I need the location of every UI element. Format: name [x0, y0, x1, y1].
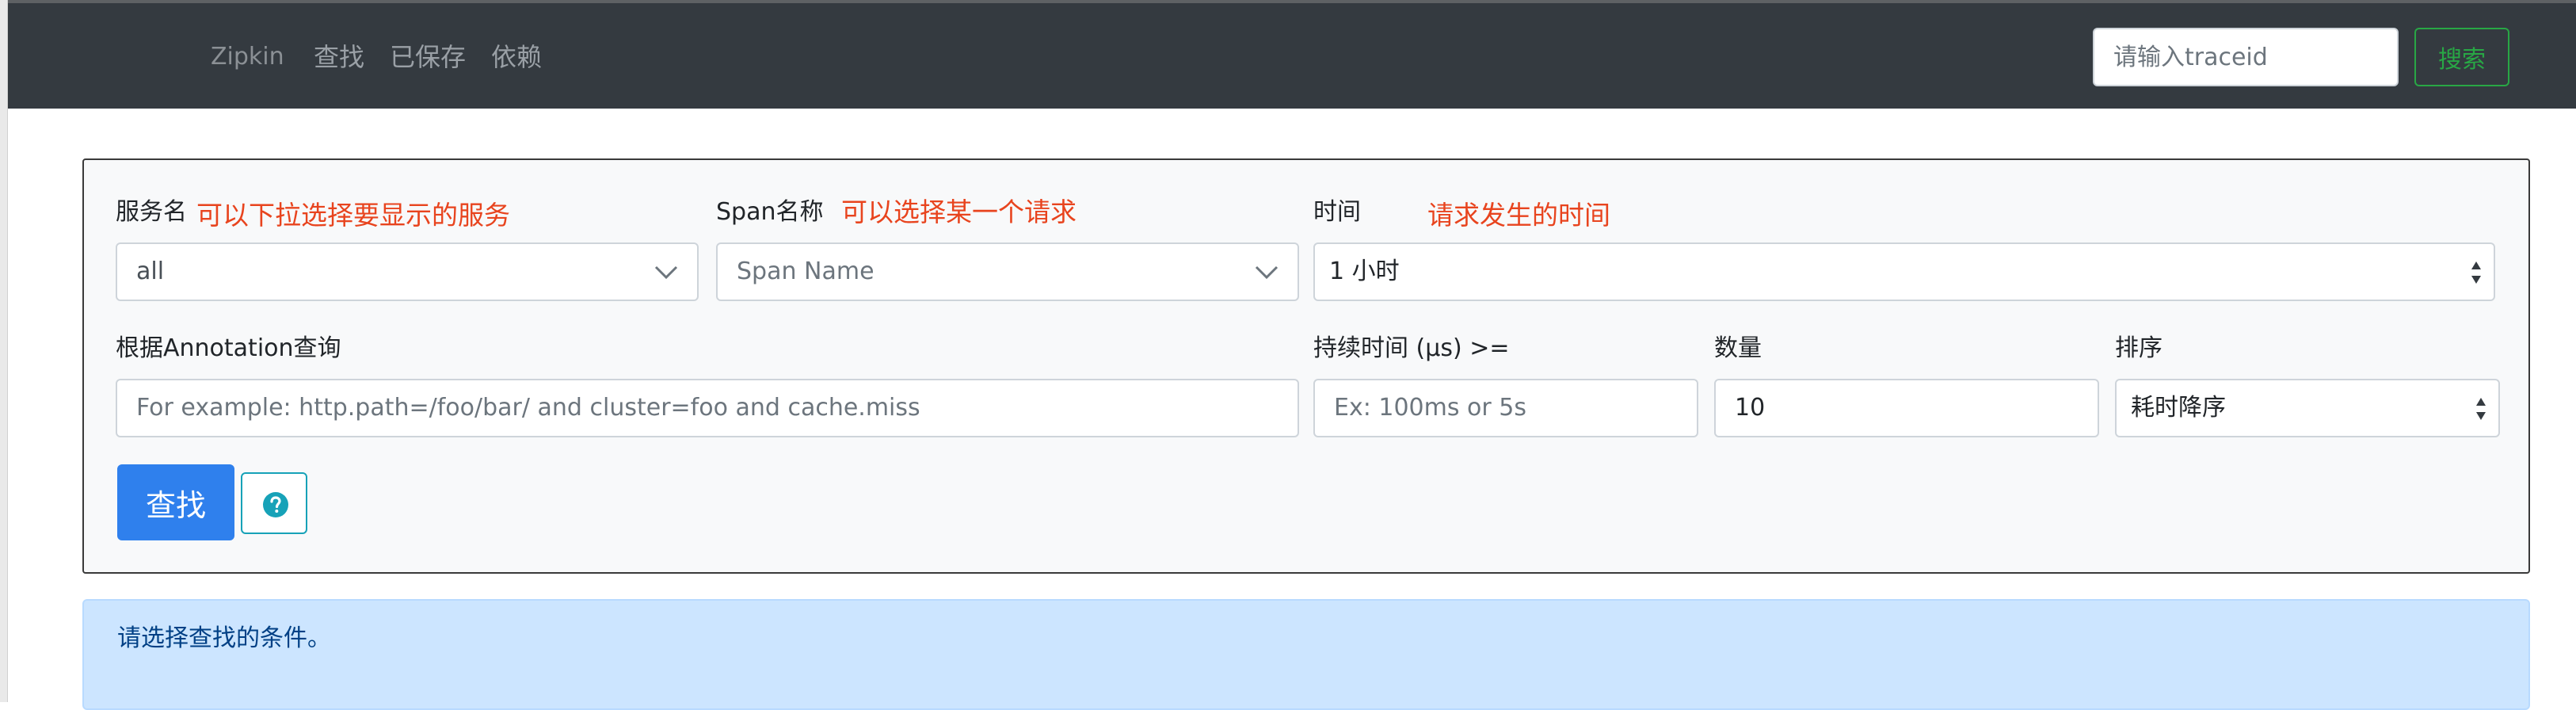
service-label: 服务名 [116, 198, 187, 226]
select-arrows-icon [2471, 261, 2481, 284]
span-name-select-value: Span Name [737, 258, 875, 285]
nav-links: 查找 已保存 依赖 [314, 40, 567, 74]
traceid-search-input[interactable] [2093, 28, 2399, 86]
time-label: 时间 [1313, 198, 1361, 226]
service-annotation-note: 可以下拉选择要显示的服务 [196, 200, 510, 231]
span-annotation-note: 可以选择某一个请求 [841, 197, 1077, 227]
time-range-select-value: 1 小时 [1329, 258, 1400, 285]
limit-input[interactable]: 10 [1714, 379, 2099, 437]
span-name-select[interactable]: Span Name [716, 242, 1299, 301]
search-button[interactable]: 搜索 [2414, 28, 2509, 86]
brand-logo[interactable]: Zipkin [211, 41, 284, 73]
search-form-panel: 服务名 可以下拉选择要显示的服务 Span名称 可以选择某一个请求 时间 请求发… [82, 158, 2530, 574]
window-left-edge [0, 0, 8, 702]
duration-label: 持续时间 (μs) >= [1313, 334, 1510, 362]
question-circle-icon [263, 492, 288, 517]
top-navbar: Zipkin 查找 已保存 依赖 搜索 [8, 0, 2576, 109]
limit-label: 数量 [1714, 334, 1762, 362]
limit-input-value: 10 [1735, 394, 1766, 422]
info-alert: 请选择查找的条件。 [82, 599, 2530, 710]
annotation-query-input[interactable]: For example: http.path=/foo/bar/ and clu… [116, 379, 1299, 437]
find-traces-button[interactable]: 查找 [117, 464, 234, 540]
time-range-select[interactable]: 1 小时 [1313, 242, 2495, 301]
duration-placeholder: Ex: 100ms or 5s [1334, 394, 1526, 422]
annotation-query-placeholder: For example: http.path=/foo/bar/ and clu… [136, 394, 920, 422]
info-alert-text: 请选择查找的条件。 [117, 624, 331, 652]
nav-link-find[interactable]: 查找 [314, 40, 364, 74]
sort-order-select[interactable]: 耗时降序 [2115, 379, 2500, 437]
duration-input[interactable]: Ex: 100ms or 5s [1313, 379, 1698, 437]
help-button[interactable] [241, 472, 307, 534]
service-select-value: all [136, 258, 165, 285]
sort-label: 排序 [2115, 334, 2163, 362]
time-annotation-note: 请求发生的时间 [1427, 200, 1610, 231]
chevron-down-icon [1255, 265, 1278, 280]
annotation-query-label: 根据Annotation查询 [116, 334, 341, 362]
select-arrows-icon [2476, 398, 2486, 420]
span-name-label: Span名称 [716, 198, 824, 226]
chevron-down-icon [654, 265, 678, 280]
sort-order-select-value: 耗时降序 [2131, 394, 2226, 422]
nav-link-dependencies[interactable]: 依赖 [491, 40, 542, 74]
nav-link-saved[interactable]: 已保存 [390, 40, 466, 74]
service-select[interactable]: all [116, 242, 699, 301]
